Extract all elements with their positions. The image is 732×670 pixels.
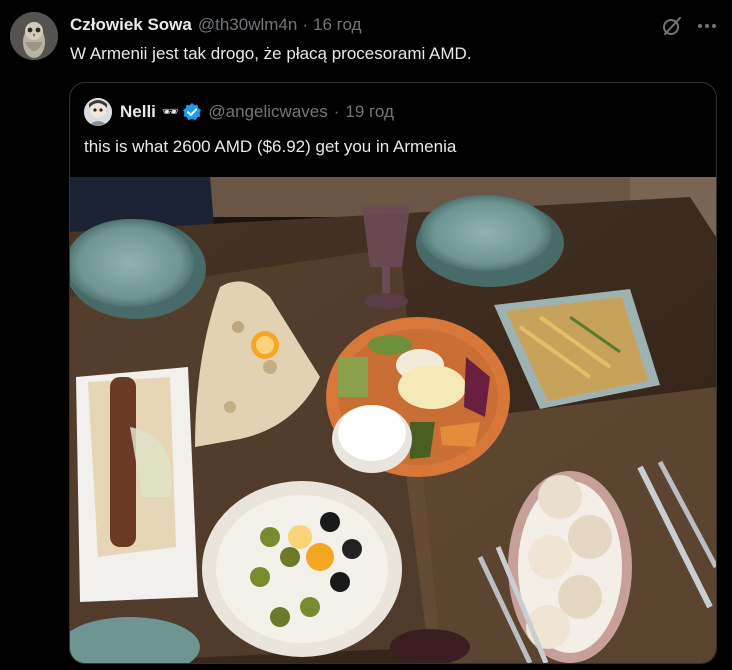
grok-icon[interactable] <box>660 14 684 38</box>
quoted-author-handle[interactable]: @angelicwaves <box>208 102 327 122</box>
tweet-header: Człowiek Sowa @th30wlm4n · 16 год <box>70 14 732 36</box>
more-icon[interactable] <box>695 14 719 38</box>
name-emoji: 🕶 <box>161 104 179 119</box>
food-photo[interactable] <box>70 177 716 663</box>
quoted-tweet-timestamp[interactable]: 19 год <box>345 102 393 122</box>
author-avatar[interactable] <box>10 12 58 60</box>
verified-badge-icon <box>182 102 202 122</box>
separator: · <box>302 15 309 34</box>
quoted-author-name[interactable]: Nelli <box>120 102 156 122</box>
quoted-author-avatar[interactable] <box>84 98 112 126</box>
quoted-tweet-text: this is what 2600 AMD ($6.92) get you in… <box>84 137 457 156</box>
tweet-timestamp[interactable]: 16 год <box>313 15 361 35</box>
quoted-tweet[interactable]: Nelli 🕶 @angelicwaves · 19 год this is w… <box>69 82 717 664</box>
author-name[interactable]: Człowiek Sowa <box>70 15 192 35</box>
quoted-tweet-header: Nelli 🕶 @angelicwaves · 19 год <box>84 98 394 126</box>
author-handle[interactable]: @th30wlm4n <box>198 15 297 35</box>
separator: · <box>333 102 340 121</box>
tweet-text: W Armenii jest tak drogo, że płacą proce… <box>70 44 472 63</box>
